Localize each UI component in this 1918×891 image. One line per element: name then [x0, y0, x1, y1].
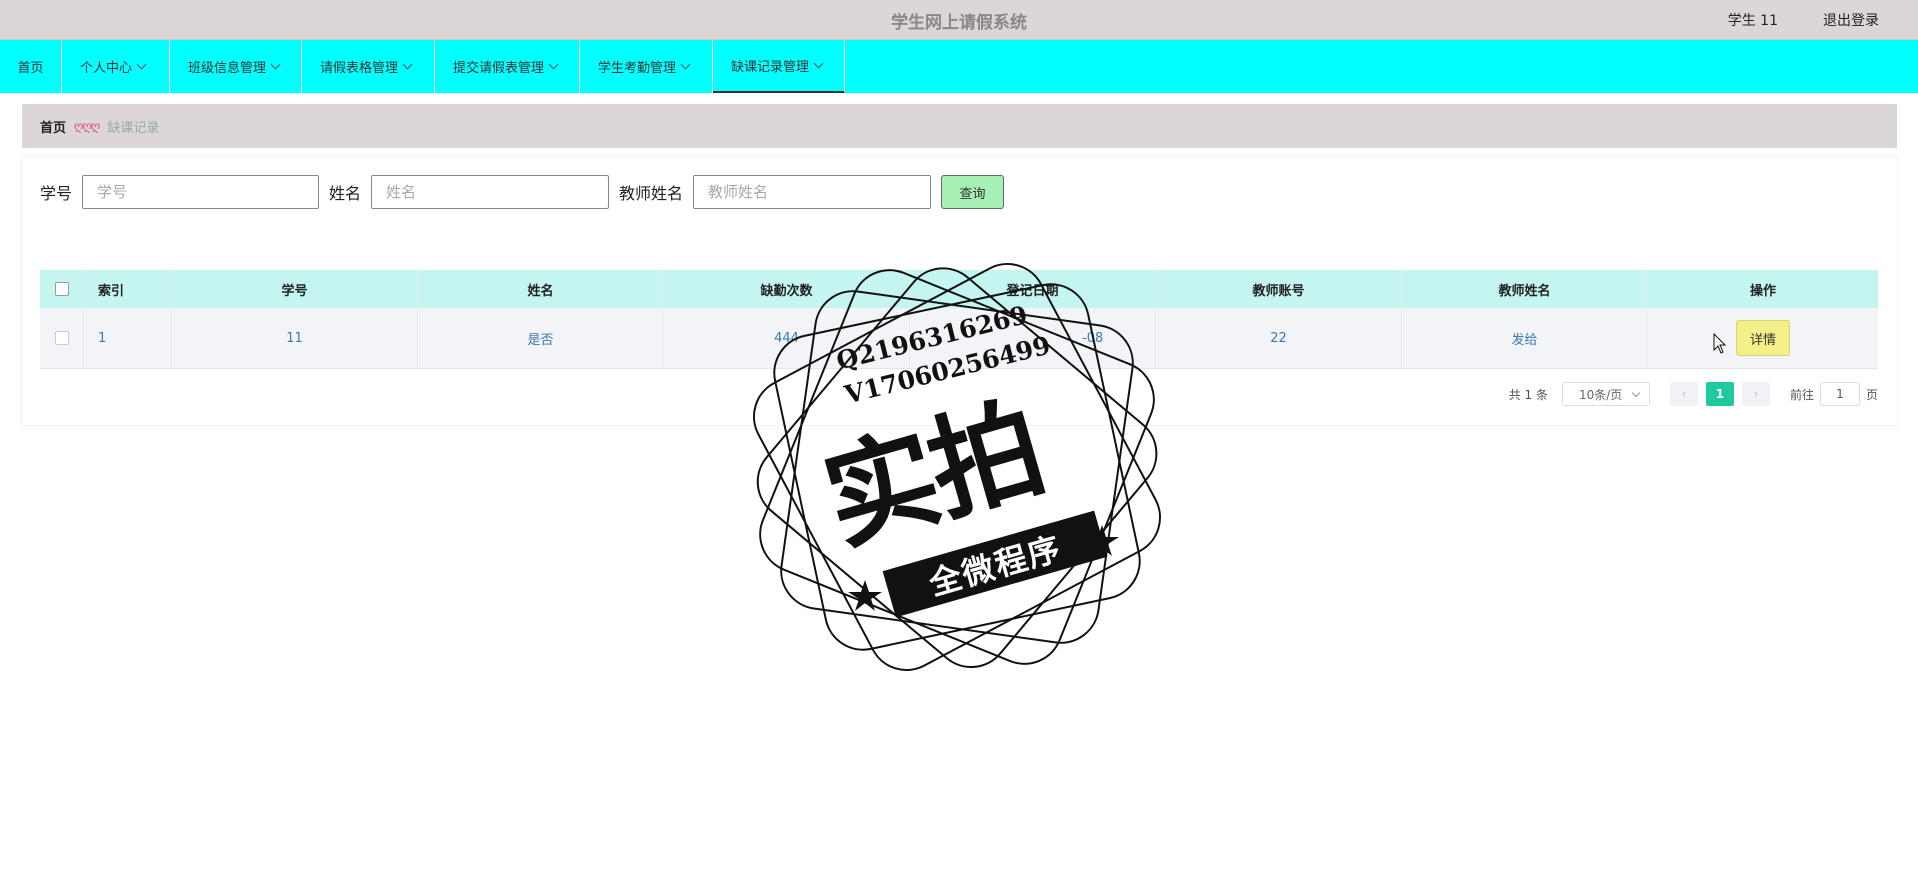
col-teacher-account: 教师账号	[1156, 270, 1402, 308]
nav-class-info[interactable]: 班级信息管理	[170, 40, 302, 93]
cell-student-no: 11	[172, 308, 418, 368]
col-student-no: 学号	[172, 270, 418, 308]
col-action: 操作	[1749, 283, 1776, 299]
chevron-down-icon	[548, 59, 559, 69]
page-suffix: 页	[1865, 387, 1878, 402]
cell-teacher-account: 22	[1156, 308, 1402, 368]
nav-absence-records[interactable]: 缺课记录管理	[713, 40, 845, 93]
pagination: 共 1 条 10条/页 ‹ 1 › 前往 页	[1509, 382, 1878, 406]
cell-name: 是否	[418, 308, 664, 368]
breadcrumb-current: 缺课记录	[107, 120, 160, 136]
total-count: 共 1 条	[1508, 387, 1548, 402]
app-title: 学生网上请假系统	[891, 13, 1027, 33]
search-form: 学号 姓名 教师姓名 查询	[40, 175, 1005, 209]
nav-class-info-label: 班级信息管理	[188, 61, 267, 76]
col-name: 姓名	[418, 270, 664, 308]
nav-submit-leave[interactable]: 提交请假表管理	[435, 40, 580, 93]
prev-page-button[interactable]: ‹	[1669, 382, 1698, 406]
name-input[interactable]	[371, 175, 610, 209]
nav-personal-center-label: 个人中心	[80, 61, 133, 76]
page-size-select[interactable]: 10条/页	[1561, 382, 1650, 406]
select-all-checkbox[interactable]	[54, 282, 69, 296]
nav-home[interactable]: 首页	[0, 40, 62, 93]
breadcrumb-home[interactable]: 首页	[40, 117, 66, 136]
current-user: 学生 11	[1727, 13, 1778, 29]
page-size-value: 10条/页	[1578, 387, 1623, 402]
chevron-down-icon	[1631, 388, 1641, 398]
nav-leave-forms-label: 请假表格管理	[320, 61, 399, 76]
col-index: 索引	[84, 270, 172, 308]
main-nav: 首页 个人中心 班级信息管理 请假表格管理 提交请假表管理 学生考勤管理 缺课记…	[0, 40, 1918, 93]
nav-attendance[interactable]: 学生考勤管理	[580, 40, 713, 93]
nav-submit-leave-label: 提交请假表管理	[453, 61, 545, 76]
nav-absence-records-label: 缺课记录管理	[731, 60, 810, 75]
breadcrumb: 首页 ღღღ 缺课记录	[22, 104, 1897, 148]
row-select-cell	[40, 308, 84, 368]
goto-label: 前往	[1789, 387, 1814, 402]
next-page-button[interactable]: ›	[1741, 382, 1770, 406]
top-bar: 学生网上请假系统 学生 11 退出登录	[0, 0, 1918, 40]
page-number-current[interactable]: 1	[1705, 382, 1734, 406]
chevron-down-icon	[680, 59, 691, 69]
name-label: 姓名	[329, 184, 362, 203]
breadcrumb-separator: ღღღ	[74, 119, 100, 133]
nav-home-label: 首页	[17, 61, 44, 76]
student-no-input[interactable]	[82, 175, 320, 209]
mouse-cursor-icon	[1713, 333, 1727, 354]
col-teacher-name: 教师姓名	[1402, 270, 1648, 308]
chevron-down-icon	[136, 59, 147, 69]
chevron-right-icon: ›	[1753, 387, 1759, 401]
cell-action: 详情	[1648, 308, 1878, 368]
detail-button[interactable]: 详情	[1736, 320, 1790, 356]
cell-teacher-name: 发给	[1402, 308, 1648, 368]
select-all-cell	[40, 270, 84, 308]
chevron-down-icon	[813, 58, 824, 68]
logout-link[interactable]: 退出登录	[1823, 10, 1879, 30]
nav-attendance-label: 学生考勤管理	[598, 61, 677, 76]
chevron-left-icon: ‹	[1681, 387, 1687, 401]
teacher-name-input[interactable]	[693, 175, 932, 209]
nav-leave-forms[interactable]: 请假表格管理	[302, 40, 435, 93]
goto-page-input[interactable]	[1819, 382, 1860, 406]
chevron-down-icon	[270, 59, 281, 69]
teacher-name-label: 教师姓名	[619, 184, 684, 203]
cell-index: 1	[84, 308, 172, 368]
chevron-down-icon	[402, 59, 413, 69]
query-button[interactable]: 查询	[941, 175, 1005, 209]
student-no-label: 学号	[40, 184, 73, 203]
row-checkbox[interactable]	[54, 331, 69, 345]
nav-personal-center[interactable]: 个人中心	[62, 40, 170, 93]
